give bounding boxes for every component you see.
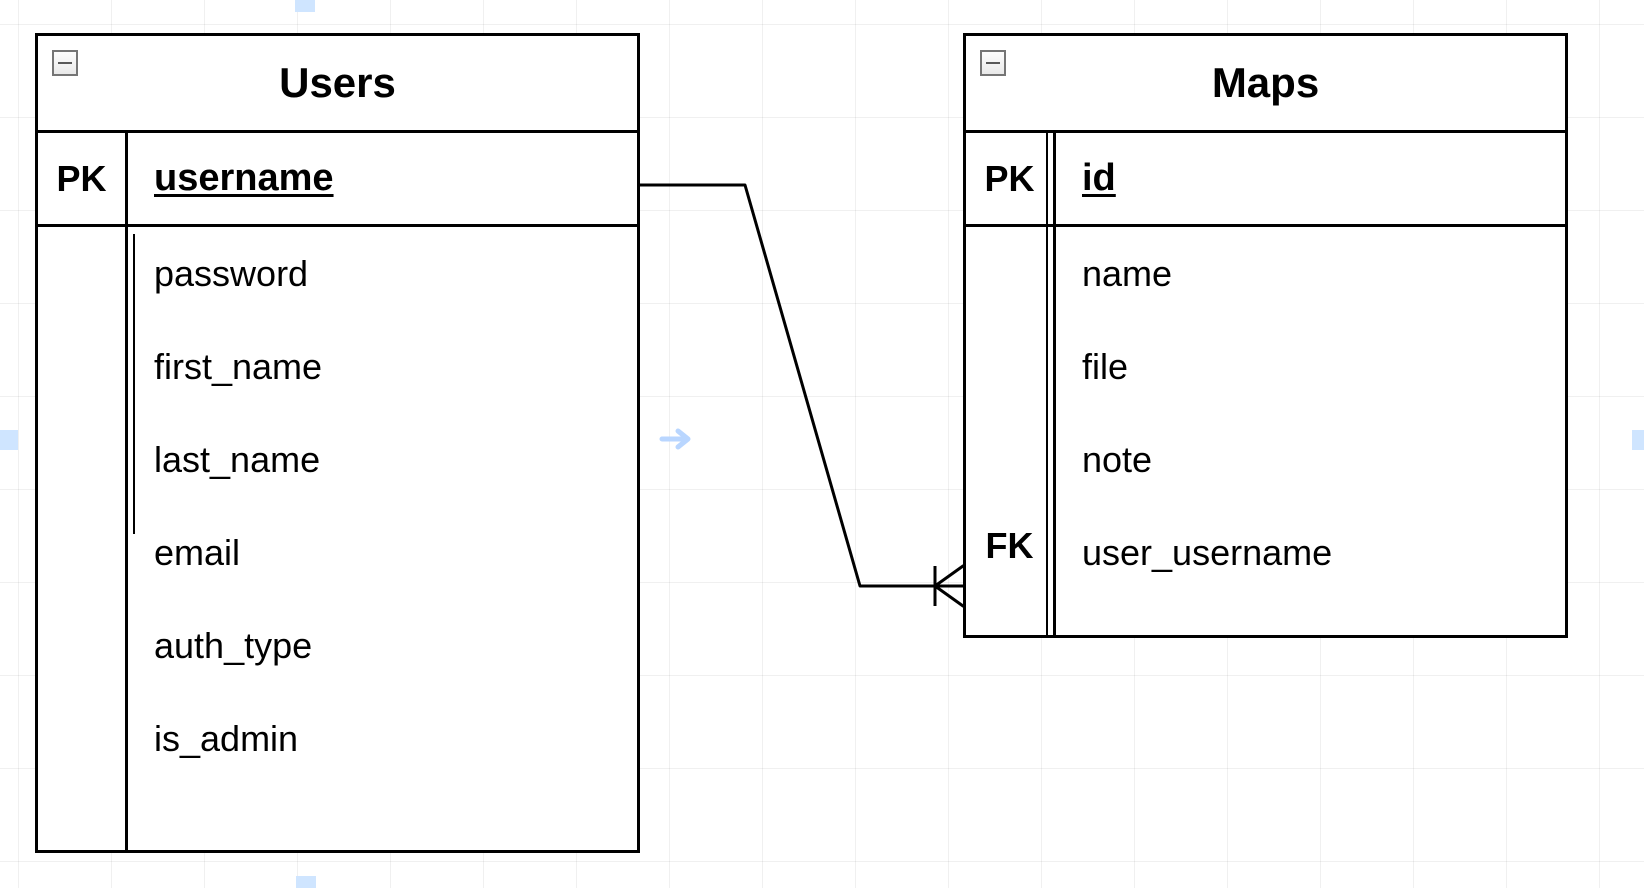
attr-row: note [1056,413,1565,506]
accent-mark [0,430,18,450]
accent-mark [295,0,315,12]
attr-row: is_admin [128,692,637,785]
attr-row: file [1056,320,1565,413]
collapse-icon[interactable] [980,50,1006,76]
entity-users-header[interactable]: Users [38,36,637,133]
entity-users-pk-row: PK username [38,133,637,227]
attr-row: password [128,227,637,320]
pk-label: PK [38,133,128,224]
entity-users[interactable]: Users PK username password first_name la… [35,33,640,853]
attr-row: last_name [128,413,637,506]
entity-maps-key-area: FK [966,227,1056,635]
attr-row: first_name [128,320,637,413]
entity-maps-pk-row: PK id [966,133,1565,227]
pk-label: PK [966,133,1056,224]
attr-row: name [1056,227,1565,320]
entity-users-title: Users [279,59,396,106]
accent-mark [296,876,316,888]
fk-label: FK [966,525,1053,567]
entity-maps-attr-area: name file note user_username [1056,227,1565,635]
entity-users-attr-area: password first_name last_name email auth… [128,227,637,850]
arrow-right-icon [658,424,698,454]
attr-row: auth_type [128,599,637,692]
entity-maps[interactable]: Maps PK id FK name file note user_userna… [963,33,1568,638]
entity-maps-header[interactable]: Maps [966,36,1565,133]
divider-tick [133,234,135,534]
accent-mark [1632,430,1644,450]
collapse-icon[interactable] [52,50,78,76]
attr-row: email [128,506,637,599]
attr-row: user_username [1056,506,1565,599]
entity-users-key-area [38,227,128,850]
entity-maps-title: Maps [1212,59,1319,106]
divider-tick [1046,132,1048,636]
pk-attr: username [128,133,637,224]
pk-attr: id [1056,133,1565,224]
